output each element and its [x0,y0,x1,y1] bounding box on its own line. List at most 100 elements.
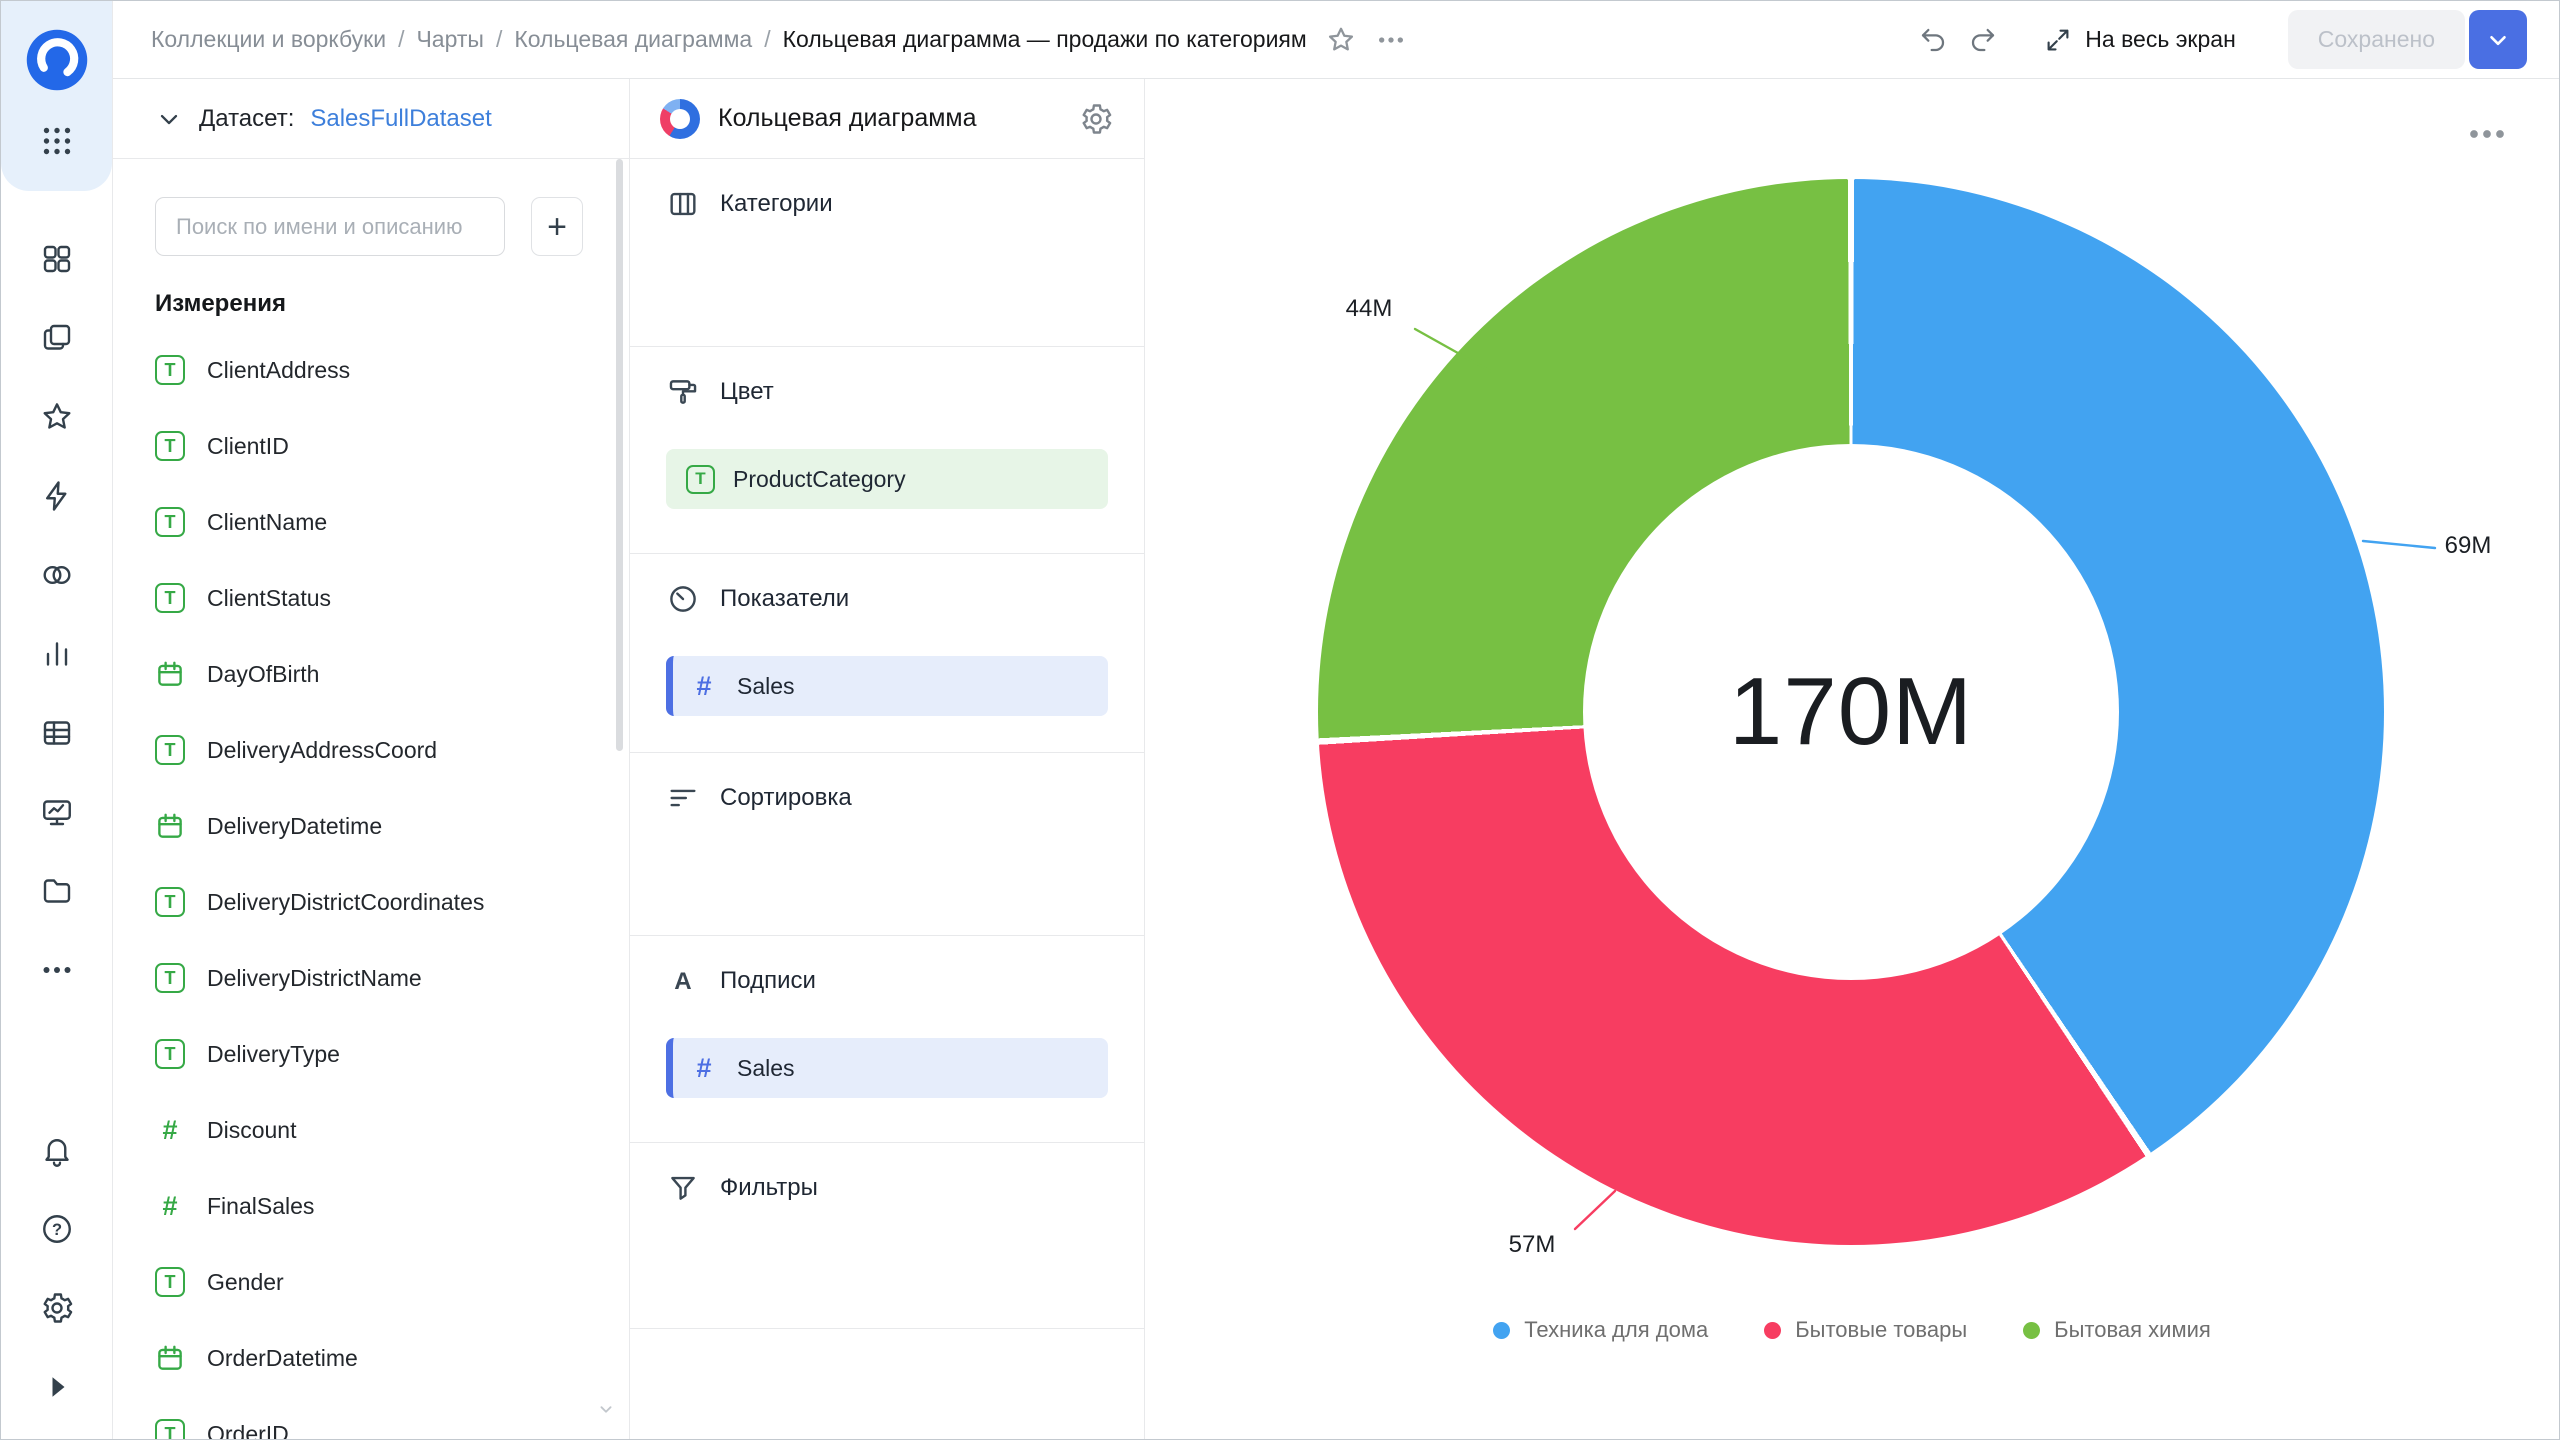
favorite-star-icon[interactable] [1325,24,1357,56]
string-field-icon: T [155,1419,185,1439]
donut-chart-type-icon[interactable] [660,99,700,139]
string-field-icon: T [155,887,185,917]
datasets-table-icon[interactable] [31,707,83,759]
field-item[interactable]: TGender [113,1244,629,1320]
field-item[interactable]: TClientID [113,408,629,484]
field-item[interactable]: #FinalSales [113,1168,629,1244]
section-labels[interactable]: A Подписи # Sales [630,936,1144,1143]
string-field-icon: T [155,963,185,993]
redo-icon[interactable] [1967,24,1999,56]
field-chip-sales-measure[interactable]: # Sales [666,656,1108,716]
dashboards-monitor-icon[interactable] [31,786,83,838]
content: Датасет: SalesFullDataset + Измерения TC… [113,79,2559,1439]
expand-panel-icon[interactable] [31,1361,83,1413]
measures-gauge-icon [666,582,700,616]
segment-value-label: 69M [2445,532,2492,560]
number-field-icon: # [155,1191,185,1222]
chevron-down-icon [2485,27,2511,53]
field-item[interactable]: TDeliveryType [113,1016,629,1092]
categories-icon [666,187,700,221]
field-item[interactable]: TOrderID [113,1396,629,1439]
chart-type-label[interactable]: Кольцевая диаграмма [718,104,1060,133]
string-field-icon: T [155,355,185,385]
breadcrumb-item[interactable]: Коллекции и воркбуки [151,26,386,53]
help-icon[interactable]: ? [31,1203,83,1255]
dataset-name-link[interactable]: SalesFullDataset [310,105,491,133]
section-color[interactable]: Цвет T ProductCategory [630,347,1144,554]
title-more-icon[interactable] [1375,24,1407,56]
chevron-down-icon[interactable] [155,105,183,133]
fullscreen-button[interactable]: На весь экран [2037,24,2242,56]
collections-icon[interactable] [31,312,83,364]
chart-type-header: Кольцевая диаграмма [630,79,1144,159]
field-item[interactable]: TClientStatus [113,560,629,636]
svg-text:A: A [674,968,691,995]
labels-icon: A [666,964,700,998]
apps-grid-icon[interactable] [31,115,83,167]
left-rail: ? [1,1,113,1439]
donut-center-total: 170M [1729,657,1973,767]
dataset-label: Датасет: [199,105,294,133]
number-field-icon: # [689,671,719,702]
lightning-icon[interactable] [31,470,83,522]
breadcrumb-item[interactable]: Чарты [416,26,483,53]
fullscreen-label: На весь экран [2085,26,2236,53]
relations-icon[interactable] [31,549,83,601]
string-field-icon: T [155,583,185,613]
color-icon [666,375,700,409]
field-chip-productcategory[interactable]: T ProductCategory [666,449,1108,509]
saved-button[interactable]: Сохранено [2288,10,2465,69]
dataset-header: Датасет: SalesFullDataset [113,79,629,159]
section-filters[interactable]: Фильтры [630,1143,1144,1329]
svg-text:?: ? [51,1221,61,1239]
fields-scrollbar[interactable] [616,159,623,751]
undo-icon[interactable] [1917,24,1949,56]
charts-icon[interactable] [31,628,83,680]
widgets-icon[interactable] [31,233,83,285]
string-field-icon: T [155,1039,185,1069]
legend-item[interactable]: Бытовые товары [1764,1317,1967,1343]
storage-folder-icon[interactable] [31,865,83,917]
chart-legend: Техника для дома Бытовые товары Бытовая хи… [1145,1317,2559,1343]
legend-item[interactable]: Бытовая химия [2023,1317,2211,1343]
field-item[interactable]: TDeliveryDistrictName [113,940,629,1016]
chart-more-icon[interactable] [2467,127,2507,141]
notifications-bell-icon[interactable] [31,1124,83,1176]
chart-settings-gear-icon[interactable] [1078,101,1114,137]
breadcrumb: Коллекции и воркбуки / Чарты / Кольцевая… [151,26,1307,53]
datalens-app: ? Коллекции и воркбуки / Чарты / Кольцев… [0,0,2560,1440]
field-item[interactable]: TClientAddress [113,332,629,408]
search-input[interactable] [155,197,505,256]
add-field-button[interactable]: + [531,197,583,256]
field-item[interactable]: #Discount [113,1092,629,1168]
field-item[interactable]: TDeliveryDistrictCoordinates [113,864,629,940]
favorites-star-icon[interactable] [31,391,83,443]
field-item[interactable]: DayOfBirth [113,636,629,712]
field-chip-sales-label[interactable]: # Sales [666,1038,1108,1098]
rail-top-section [1,1,112,191]
save-dropdown-button[interactable] [2469,10,2527,69]
sort-icon [666,781,700,815]
settings-gear-icon[interactable] [31,1282,83,1334]
field-item[interactable]: TDeliveryAddressCoord [113,712,629,788]
field-item[interactable]: DeliveryDatetime [113,788,629,864]
dataset-panel: Датасет: SalesFullDataset + Измерения TC… [113,79,630,1439]
breadcrumb-item[interactable]: Кольцевая диаграмма [514,26,752,53]
string-field-icon: T [155,1267,185,1297]
field-item[interactable]: OrderDatetime [113,1320,629,1396]
section-sort[interactable]: Сортировка [630,753,1144,936]
legend-dot [2023,1322,2040,1339]
datalens-logo-icon[interactable] [24,27,90,93]
save-split-button: Сохранено [2288,10,2527,69]
main-column: Коллекции и воркбуки / Чарты / Кольцевая… [113,1,2559,1439]
section-measures[interactable]: Показатели # Sales [630,554,1144,753]
field-item[interactable]: TClientName [113,484,629,560]
donut-ring[interactable]: 170M [1318,179,2384,1245]
rail-bottom: ? [31,1124,83,1425]
legend-item[interactable]: Техника для дома [1493,1317,1708,1343]
fields-list: TClientAddressTClientIDTClientNameTClien… [113,332,629,1439]
more-dots-icon[interactable] [31,944,83,996]
date-field-icon [155,1343,185,1373]
date-field-icon [155,811,185,841]
section-categories[interactable]: Категории [630,159,1144,347]
